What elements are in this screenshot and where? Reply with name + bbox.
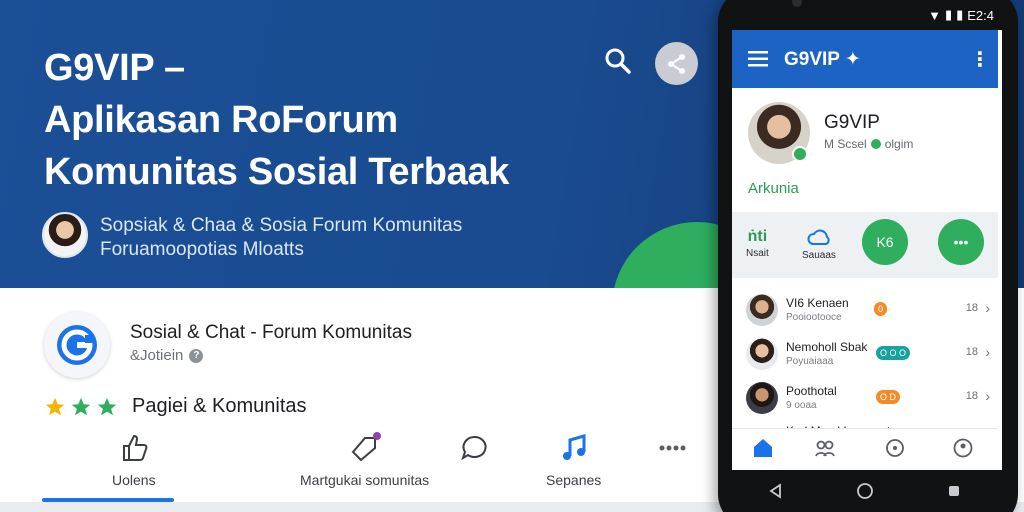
explore-icon[interactable] [882,435,908,461]
chat-subtitle: Pooiootooce [786,312,842,323]
chevron-right-icon: › [985,300,990,316]
status-dot-icon [870,139,881,149]
hero-avatar [42,212,88,258]
profile-handle-suffix: olgim [884,137,914,151]
chat-subtitle: 9 ooaa [786,400,817,411]
chat-time: 18 [965,302,978,314]
chat-subtitle: Poyuaiaaa [786,356,834,367]
action-tag-label: Martgukai somunitas [300,472,430,488]
quick-action-1-glyph: ṅti [747,228,768,245]
chat-avatar [746,382,778,414]
g-logo-icon [57,325,97,365]
action-music-label: Sepanes [546,472,602,488]
star-icon [45,397,65,415]
hero-title-line-2: Aplikasan RoForum [44,99,398,141]
quick-action-2[interactable]: Sauaas [802,228,836,261]
groups-icon[interactable] [812,435,838,461]
chat-row[interactable]: VI6 Kenaen Pooiootooce 0 18 › [732,286,998,330]
quick-action-4-glyph: ••• [953,234,969,250]
rating-label: Pagiei & Komunitas [132,395,307,417]
hamburger-menu-icon[interactable] [732,51,784,67]
hero-subtitle-line-1: Sopsiak & Chaa & Sosia Forum Komunitas [100,215,463,236]
hero-subtitle: Sopsiak & Chaa & Sosia Forum Komunitas F… [100,214,462,262]
app-developer[interactable]: &Jotiein ? [130,347,204,364]
profile-handle-text: M Scsel [824,137,867,151]
status-time: E2:4 [967,7,994,23]
quick-action-2-label: Sauaas [802,250,836,261]
chat-name: VI6 Kenaen [786,296,849,310]
chat-name: Nemoholl Sbak [786,340,868,354]
signal-icon: ▮ [944,7,953,22]
star-icon [97,397,117,415]
profile-name: G9VIP [824,112,880,133]
action-like[interactable]: Uolens [112,432,156,488]
action-tag[interactable]: Martgukai somunitas [300,432,429,488]
cloud-icon [807,229,830,245]
chat-avatar [746,338,778,370]
chat-badge: 0 [874,302,888,316]
chat-badge: O D [876,390,901,404]
chat-avatar [746,294,778,326]
battery-icon: ▮ [956,7,964,22]
profile-icon[interactable] [950,435,976,461]
info-icon[interactable]: ? [189,348,204,363]
quick-action-4[interactable]: ••• [938,219,984,265]
phone-app-title: G9VIP ✦ [784,48,861,70]
tag-icon [351,432,381,462]
back-icon[interactable] [768,483,784,499]
phone-app-bar: G9VIP ✦ ⋮ [732,30,998,88]
hero-subtitle-line-2: Foruamoopotias Mloatts [100,239,304,260]
hero-title-line-1: G9VIP – [44,47,185,89]
recents-icon[interactable] [946,483,962,499]
hero-title-line-3: Komunitas Sosial Terbaak [44,151,510,193]
more-icon [659,445,686,451]
hero-title: G9VIP – Aplikasan RoForum Komunitas Sosi… [44,42,509,198]
chat-icon [461,435,487,461]
wifi-icon: ▼ [928,7,941,23]
action-music[interactable]: Sepanes [546,432,601,488]
action-chat[interactable] [458,432,490,472]
system-nav-bar [732,470,998,512]
share-button[interactable] [655,42,698,85]
quick-action-3-glyph: K6 [876,234,894,250]
thumbs-up-icon [122,434,148,461]
home-circle-icon[interactable] [856,482,874,500]
quick-action-1[interactable]: ṅti Nsait [746,228,769,259]
chat-row[interactable]: Nemoholl Sbak Poyuaiaaa O O O 18 › [732,330,998,374]
rating-row: Pagiei & Komunitas [44,395,307,418]
profile-section-label: Arkunia [748,180,799,197]
chat-time: 18 [965,346,978,358]
chevron-right-icon: › [985,388,990,404]
developer-name: &Jotiein [130,347,184,364]
quick-action-3[interactable]: K6 [862,219,908,265]
share-icon [667,53,685,74]
action-like-label: Uolens [112,472,156,488]
app-logo [44,312,110,378]
chat-row[interactable]: Poothotal 9 ooaa O D 18 › [732,374,998,418]
profile-handle: M Scsel olgim [824,137,913,151]
online-status-icon [792,146,808,162]
chat-badge: O O O [876,346,911,360]
chat-name: Poothotal [786,384,837,398]
quick-action-1-label: Nsait [746,248,769,259]
status-bar: ▼ ▮ ▮ E2:4 [732,0,1002,30]
star-icon [71,397,91,415]
chevron-right-icon: › [985,344,990,360]
search-icon[interactable] [604,47,632,75]
app-name: Sosial & Chat - Forum Komunitas [130,322,412,343]
phone-bottom-nav [732,428,998,468]
overflow-menu-icon[interactable]: ⋮ [962,47,998,72]
action-more[interactable] [656,432,688,472]
chat-time: 18 [965,390,978,402]
music-note-icon [562,434,586,460]
home-icon[interactable] [750,435,776,461]
